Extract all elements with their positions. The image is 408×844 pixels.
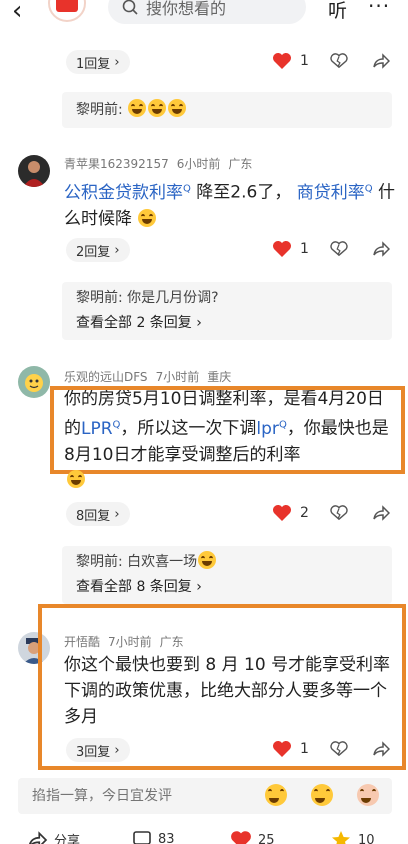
topic-link[interactable]: 公积金贷款利率Q bbox=[64, 183, 191, 203]
search-bar[interactable]: 搜你想看的 bbox=[108, 0, 306, 24]
logo-mark-icon bbox=[56, 0, 78, 12]
heart-icon bbox=[273, 741, 291, 757]
top-bar: ‹ 搜你想看的 听 ··· bbox=[0, 0, 408, 32]
share-button[interactable]: 分享 bbox=[26, 830, 80, 844]
listen-button[interactable]: 听 bbox=[328, 0, 347, 23]
reply-count-label: 1回复 bbox=[76, 56, 111, 72]
view-all-replies-link[interactable]: 查看全部 8 条回复 › bbox=[76, 575, 378, 599]
share-icon bbox=[28, 830, 48, 844]
like-button[interactable]: 1 bbox=[272, 740, 309, 758]
app-logo[interactable] bbox=[48, 0, 86, 22]
comment-text: 公积金贷款利率Q 降至2.6了， 商贷利率Q 什么时候降 bbox=[64, 176, 399, 232]
bottom-action-bar: 分享 83 25 10 bbox=[0, 826, 408, 844]
quick-emoji-row bbox=[264, 784, 380, 806]
dislike-button[interactable] bbox=[330, 53, 348, 69]
laugh-cry-emoji-icon[interactable] bbox=[265, 784, 287, 806]
laugh-cry-emoji-icon bbox=[138, 208, 157, 227]
fingers-heart-emoji-icon[interactable] bbox=[357, 784, 379, 806]
user-avatar-icon bbox=[23, 161, 45, 187]
share-reply-button[interactable] bbox=[372, 741, 390, 757]
comment-meta: 乐观的远山DFS 7小时前 重庆 bbox=[64, 368, 231, 385]
comment-text-part: 降至2.6了， bbox=[196, 182, 292, 203]
avatar[interactable] bbox=[18, 155, 50, 187]
like-count: 2 bbox=[300, 505, 309, 521]
comment-username[interactable]: 青苹果162392157 bbox=[64, 157, 169, 171]
grin-emoji-icon[interactable] bbox=[311, 784, 333, 806]
like-count: 25 bbox=[258, 832, 275, 844]
comment-location: 广东 bbox=[228, 157, 253, 171]
share-arrow-icon bbox=[373, 53, 390, 69]
share-label: 分享 bbox=[54, 834, 81, 844]
reply-count-label: 2回复 bbox=[76, 244, 111, 260]
comment-count: 83 bbox=[158, 831, 175, 844]
comments-button[interactable]: 83 bbox=[132, 830, 175, 844]
search-icon bbox=[122, 0, 138, 15]
reply-preview[interactable]: 黎明前: 白欢喜一场 查看全部 8 条回复 › bbox=[62, 546, 392, 604]
reply-count-button[interactable]: 2回复 › bbox=[66, 238, 130, 262]
reply-count-button[interactable]: 3回复 › bbox=[66, 738, 130, 762]
comment-input[interactable] bbox=[32, 788, 242, 804]
back-arrow-icon[interactable]: ‹ bbox=[12, 0, 22, 26]
highlight-frame bbox=[50, 386, 405, 474]
comment-page: ‹ 搜你想看的 听 ··· 1回复 › 1 黎明前: 青苹果162392157 … bbox=[0, 0, 408, 844]
grin-emoji-icon bbox=[128, 99, 147, 117]
comment-icon bbox=[133, 831, 151, 844]
reply-preview[interactable]: 黎明前: 你是几月份调? 查看全部 2 条回复 › bbox=[62, 282, 392, 340]
comment-location: 重庆 bbox=[207, 370, 232, 384]
view-all-replies-link[interactable]: 查看全部 2 条回复 › bbox=[76, 311, 378, 335]
reply-count-label: 8回复 bbox=[76, 508, 111, 524]
broken-heart-icon bbox=[330, 741, 348, 757]
more-button[interactable]: ··· bbox=[368, 0, 390, 18]
reply-count-label: 3回复 bbox=[76, 744, 111, 760]
reply-preview-line: 黎明前: 你是几月份调? bbox=[76, 290, 219, 306]
reply-count-button[interactable]: 8回复 › bbox=[66, 502, 130, 526]
dislike-button[interactable] bbox=[330, 241, 348, 257]
broken-heart-icon bbox=[330, 53, 348, 69]
like-button[interactable]: 1 bbox=[272, 52, 309, 70]
comment-time: 7小时前 bbox=[155, 370, 200, 384]
reply-preview[interactable]: 黎明前: bbox=[62, 92, 392, 128]
share-reply-button[interactable] bbox=[372, 505, 390, 521]
share-arrow-icon bbox=[373, 741, 390, 757]
star-count: 10 bbox=[358, 832, 375, 844]
topic-link[interactable]: 商贷利率Q bbox=[297, 183, 373, 203]
share-arrow-icon bbox=[373, 241, 390, 257]
reply-preview-line: 黎明前: bbox=[76, 97, 378, 123]
dislike-button[interactable] bbox=[330, 741, 348, 757]
like-count: 1 bbox=[300, 741, 309, 757]
reply-count-button[interactable]: 1回复 › bbox=[66, 50, 130, 74]
share-reply-button[interactable] bbox=[372, 53, 390, 69]
search-placeholder: 搜你想看的 bbox=[146, 0, 227, 18]
dislike-button[interactable] bbox=[330, 505, 348, 521]
reply-author: 黎明前: bbox=[76, 102, 123, 118]
heart-icon bbox=[273, 241, 291, 257]
comment-input-bar[interactable] bbox=[18, 778, 392, 814]
shy-emoji-icon bbox=[67, 470, 85, 488]
share-arrow-icon bbox=[373, 505, 390, 521]
like-article-button[interactable]: 25 bbox=[230, 830, 275, 844]
heart-icon bbox=[231, 831, 251, 844]
broken-heart-icon bbox=[330, 505, 348, 521]
comment-username[interactable]: 乐观的远山DFS bbox=[64, 370, 148, 384]
heart-icon bbox=[273, 505, 291, 521]
broken-heart-icon bbox=[330, 241, 348, 257]
star-icon bbox=[332, 831, 350, 844]
user-avatar-icon bbox=[25, 374, 43, 392]
laugh-cry-emoji-icon bbox=[198, 551, 217, 569]
reply-preview-line: 黎明前: 白欢喜一场 bbox=[76, 549, 378, 575]
like-count: 1 bbox=[300, 53, 309, 69]
like-button[interactable]: 1 bbox=[272, 240, 309, 258]
share-reply-button[interactable] bbox=[372, 241, 390, 257]
comment-time: 6小时前 bbox=[176, 157, 221, 171]
like-count: 1 bbox=[300, 241, 309, 257]
avatar[interactable] bbox=[18, 366, 50, 398]
heart-icon bbox=[273, 53, 291, 69]
grin-emoji-icon bbox=[168, 99, 187, 117]
favorite-button[interactable]: 10 bbox=[330, 830, 375, 844]
grin-emoji-icon bbox=[148, 99, 167, 117]
like-button[interactable]: 2 bbox=[272, 504, 309, 522]
comment-meta: 青苹果162392157 6小时前 广东 bbox=[64, 155, 252, 172]
